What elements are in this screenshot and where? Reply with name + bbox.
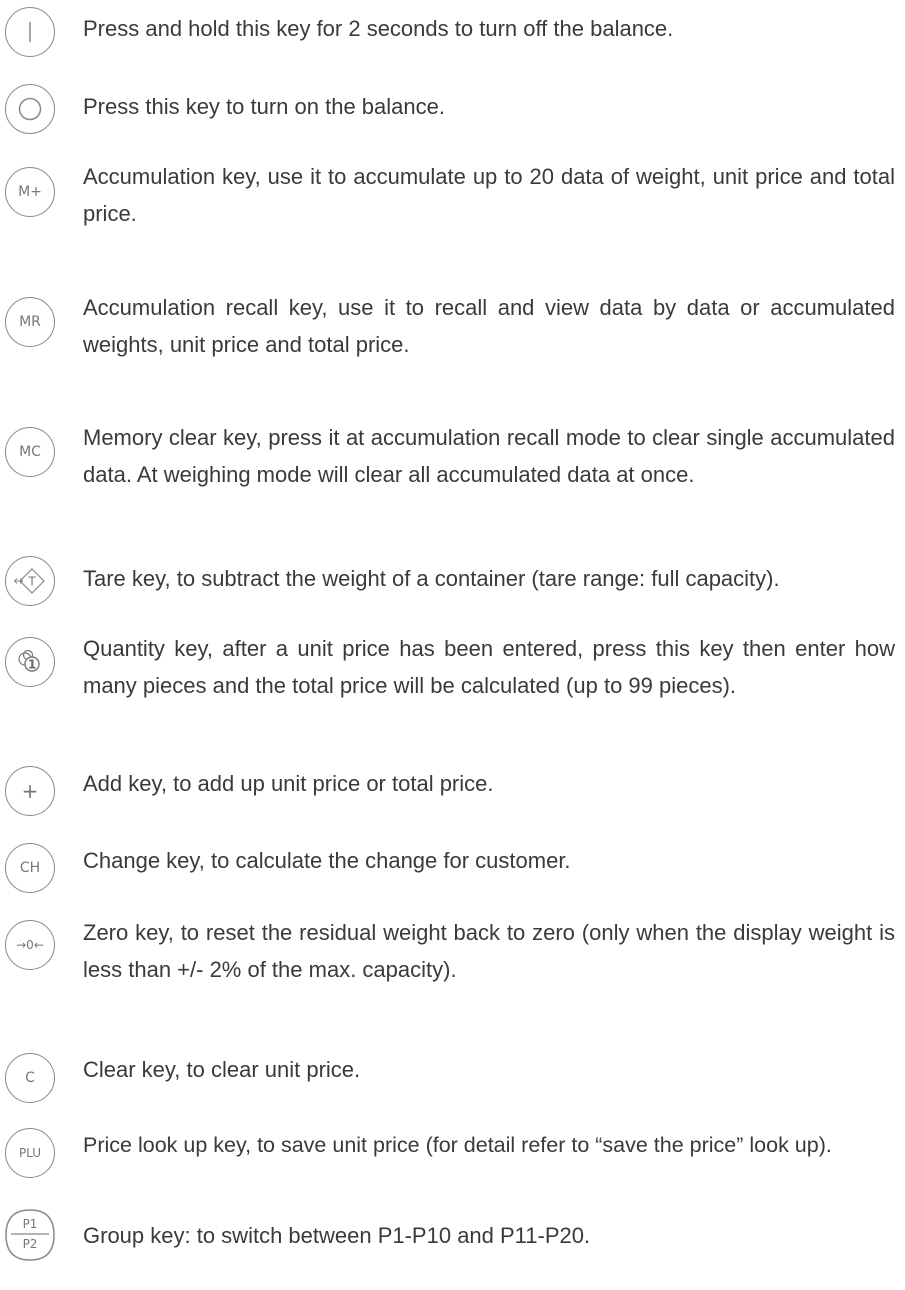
key-description: Quantity key, after a unit price has bee… bbox=[83, 636, 895, 698]
key-description: Change key, to calculate the change for … bbox=[83, 848, 571, 873]
change-key-icon: CH bbox=[5, 843, 55, 893]
key-symbol: C bbox=[25, 1070, 35, 1086]
key-symbol: MC bbox=[19, 444, 41, 460]
key-description: Zero key, to reset the residual weight b… bbox=[83, 920, 895, 982]
tare-key-icon: T bbox=[5, 556, 55, 606]
key-description: Press and hold this key for 2 seconds to… bbox=[83, 16, 674, 41]
power-off-key-icon bbox=[5, 7, 55, 57]
svg-text:T: T bbox=[27, 575, 36, 589]
memory-clear-key-icon: MC bbox=[5, 427, 55, 477]
accumulation-recall-key-icon: MR bbox=[5, 297, 55, 347]
group-key-bottom-label: P2 bbox=[22, 1237, 38, 1251]
key-description: Group key: to switch between P1-P10 and … bbox=[83, 1223, 591, 1248]
key-symbol: + bbox=[21, 779, 39, 803]
accumulation-key-icon: M+ bbox=[5, 167, 55, 217]
clear-key-icon: C bbox=[5, 1053, 55, 1103]
key-symbol: PLU bbox=[18, 1146, 42, 1160]
group-key-icon: P1 P2 bbox=[5, 1209, 55, 1261]
key-symbol: CH bbox=[19, 860, 41, 876]
key-symbol: M+ bbox=[18, 184, 42, 200]
group-key-top-label: P1 bbox=[22, 1217, 38, 1231]
power-on-key-icon bbox=[5, 84, 55, 134]
key-description: Accumulation key, use it to accumulate u… bbox=[83, 164, 895, 226]
key-description: Tare key, to subtract the weight of a co… bbox=[83, 566, 780, 591]
zero-key-icon: →0← bbox=[5, 920, 55, 970]
key-description: Press this key to turn on the balance. bbox=[83, 94, 445, 119]
key-description: Price look up key, to save unit price (f… bbox=[83, 1133, 832, 1157]
add-key-icon: + bbox=[5, 766, 55, 816]
quantity-key-icon: 1 bbox=[5, 637, 55, 687]
key-description: Clear key, to clear unit price. bbox=[83, 1057, 361, 1082]
key-symbol: MR bbox=[19, 314, 41, 330]
key-description: Accumulation recall key, use it to recal… bbox=[83, 295, 895, 357]
key-symbol: →0← bbox=[16, 938, 44, 952]
key-description: Add key, to add up unit price or total p… bbox=[83, 771, 494, 796]
price-look-up-key-icon: PLU bbox=[5, 1128, 55, 1178]
key-description: Memory clear key, press it at accumulati… bbox=[83, 425, 895, 487]
svg-text:1: 1 bbox=[28, 658, 36, 672]
